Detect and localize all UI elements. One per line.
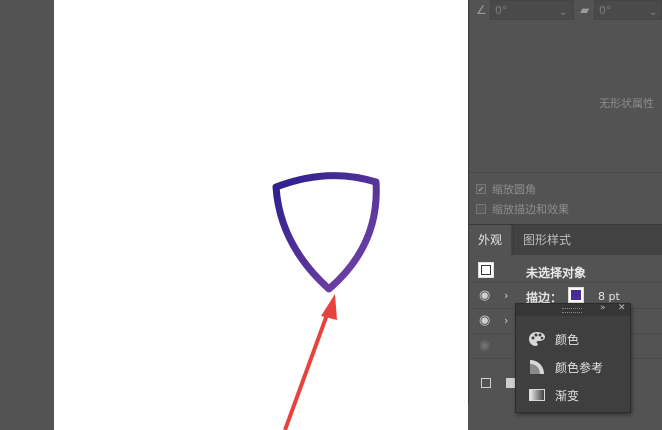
angle2-field[interactable]: 0° ⌄ (594, 0, 662, 20)
eye-icon[interactable]: ◉ (479, 313, 490, 328)
stroke-weight[interactable]: 8 pt (598, 290, 620, 303)
scale-strokes-option[interactable]: 缩放描边和效果 (476, 201, 569, 217)
add-stroke-icon[interactable] (481, 378, 491, 388)
angle2-value: 0° (599, 4, 612, 17)
color-palette-icon (529, 332, 545, 346)
gradient-icon (529, 389, 545, 401)
chevron-down-icon[interactable]: ⌄ (649, 3, 657, 23)
popup-header[interactable]: » ✕ (516, 303, 630, 316)
popup-item-gradient[interactable]: 渐变 (516, 383, 630, 407)
angle1-field[interactable]: 0° ⌄ (490, 0, 574, 20)
popup-item-label: 颜色参考 (555, 361, 604, 375)
scale-strokes-label: 缩放描边和效果 (492, 203, 569, 216)
no-shape-properties: 无形状属性 (599, 97, 654, 110)
color-guide-icon (530, 360, 544, 374)
object-swatch-icon (478, 262, 494, 278)
tab-appearance[interactable]: 外观 (469, 225, 512, 255)
popup-item-color[interactable]: 颜色 (516, 327, 630, 351)
shear-icon: ▰ (580, 3, 590, 17)
close-icon[interactable]: ✕ (618, 303, 626, 313)
collapse-icon[interactable]: » (600, 303, 606, 313)
popup-item-label: 渐变 (555, 389, 580, 403)
appearance-title: 未选择对象 (526, 266, 587, 280)
popup-item-color-guide[interactable]: 颜色参考 (516, 355, 630, 379)
stroke-color-swatch[interactable] (568, 287, 584, 303)
drag-grip-icon[interactable] (562, 308, 582, 313)
checkbox-scale-corners[interactable]: ✓ (476, 184, 486, 194)
expand-arrow-icon[interactable]: › (504, 289, 508, 302)
divider (469, 172, 662, 173)
angle-icon: ∠ (476, 3, 487, 17)
chevron-down-icon[interactable]: ⌄ (559, 3, 567, 23)
color-panel-popup: » ✕ 颜色 颜色参考 渐变 (515, 303, 631, 413)
shield-shape[interactable] (272, 172, 380, 293)
checkbox-scale-strokes[interactable] (476, 204, 486, 214)
artwork-layer (272, 172, 380, 430)
eye-icon[interactable]: ◉ (479, 288, 490, 303)
popup-item-label: 颜色 (555, 333, 580, 347)
eye-icon[interactable]: ◉ (479, 338, 490, 353)
panel-tabs: 外观 图形样式 (469, 224, 662, 255)
corner-angle-row: ∠ 0° ⌄ ▰ 0° ⌄ (474, 0, 662, 22)
tab-graphic-styles[interactable]: 图形样式 (513, 225, 580, 255)
scale-corners-label: 缩放圆角 (492, 183, 536, 196)
expand-arrow-icon[interactable]: › (504, 314, 508, 327)
angle1-value: 0° (495, 4, 508, 17)
annotation-arrow (283, 294, 337, 430)
scale-corners-option[interactable]: ✓ 缩放圆角 (476, 181, 536, 197)
